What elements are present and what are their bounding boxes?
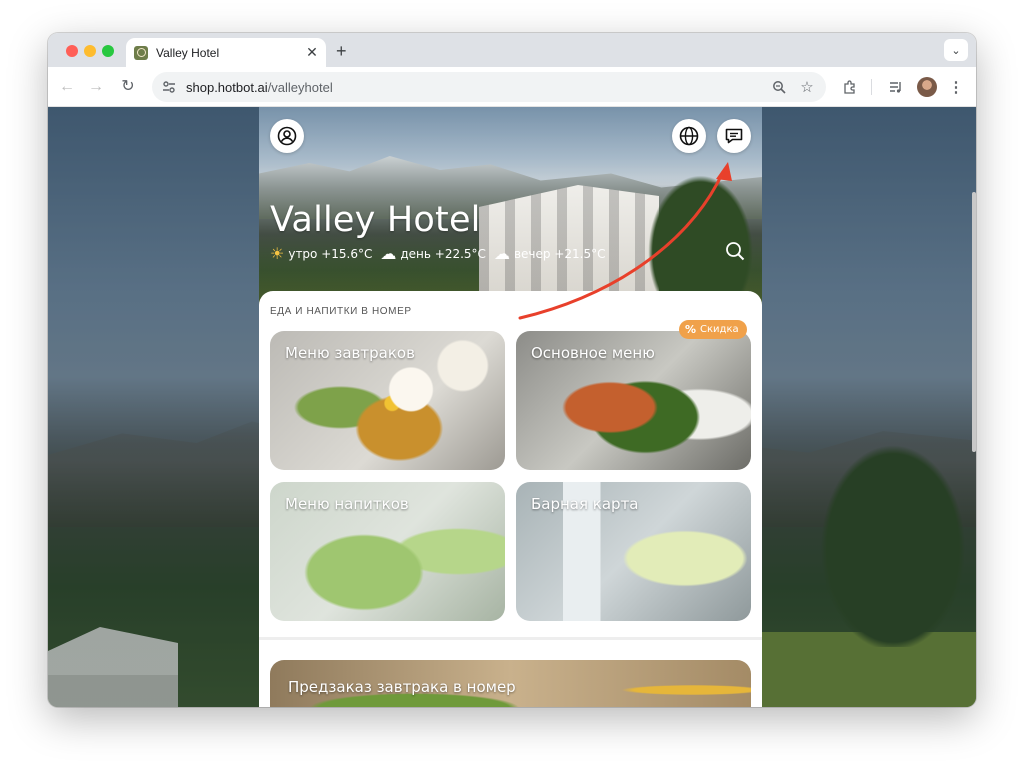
tab-close-button[interactable]: ✕ xyxy=(302,44,322,61)
card-label: Барная карта xyxy=(531,495,639,513)
search-icon[interactable] xyxy=(725,241,745,261)
maximize-window-button[interactable] xyxy=(102,45,114,57)
page-scrollbar[interactable] xyxy=(972,192,976,452)
hero-banner: Valley Hotel ☀ утро +15.6°C ☁ день +22.5°C… xyxy=(259,107,762,312)
discount-badge: % Скидка xyxy=(679,320,747,339)
card-breakfast-menu[interactable]: Меню завтраков xyxy=(270,331,505,470)
card-drinks-menu[interactable]: Меню напитков xyxy=(270,482,505,621)
weather-evening-text: вечер +21.5°C xyxy=(513,246,606,261)
weather-day: ☁ день +22.5°C xyxy=(380,244,486,263)
globe-icon xyxy=(679,126,699,146)
card-bar-menu[interactable]: Барная карта xyxy=(516,482,751,621)
toolbar-separator xyxy=(871,79,872,95)
card-label: Основное меню xyxy=(531,344,655,362)
language-button[interactable] xyxy=(672,119,706,153)
address-bar[interactable]: shop.hotbot.ai/valleyhotel ☆ xyxy=(152,72,826,102)
section-divider xyxy=(259,637,762,640)
tab-strip: Valley Hotel ✕ + ⌄ xyxy=(48,33,976,67)
card-label: Предзаказ завтрака в номер xyxy=(288,678,516,696)
back-button[interactable]: ← xyxy=(57,77,77,97)
extensions-icon[interactable] xyxy=(840,77,860,97)
percent-icon: % xyxy=(685,323,697,336)
discount-badge-label: Скидка xyxy=(700,324,739,335)
hotel-title: Valley Hotel xyxy=(270,200,481,240)
rain-cloud-icon: ☁ xyxy=(493,244,510,263)
browser-window: Valley Hotel ✕ + ⌄ ← → ↻ shop.hotbot.ai/… xyxy=(48,33,976,707)
weather-forecast: ☀ утро +15.6°C ☁ день +22.5°C ☁ вечер +21.5… xyxy=(270,244,613,263)
hero-trees xyxy=(639,162,762,312)
card-breakfast-preorder[interactable]: Предзаказ завтрака в номер xyxy=(270,660,751,707)
weather-morning-text: утро +15.6°C xyxy=(288,246,373,261)
close-window-button[interactable] xyxy=(66,45,78,57)
chat-button[interactable] xyxy=(717,119,751,153)
weather-evening: ☁ вечер +21.5°C xyxy=(494,244,606,263)
zoom-icon[interactable] xyxy=(770,78,788,96)
sun-icon: ☀ xyxy=(270,244,285,263)
weather-day-text: день +22.5°C xyxy=(400,246,486,261)
url-text[interactable]: shop.hotbot.ai/valleyhotel xyxy=(186,80,770,95)
tab-title: Valley Hotel xyxy=(156,45,220,60)
media-control-icon[interactable] xyxy=(886,77,906,97)
weather-morning: ☀ утро +15.6°C xyxy=(270,244,372,263)
hero-hotel-building xyxy=(479,185,659,295)
minimize-window-button[interactable] xyxy=(84,45,96,57)
reload-button[interactable]: ↻ xyxy=(118,77,138,97)
site-settings-icon[interactable] xyxy=(162,80,176,94)
profile-button[interactable] xyxy=(270,119,304,153)
url-path: /valleyhotel xyxy=(267,79,333,95)
rain-cloud-icon: ☁ xyxy=(380,244,397,263)
profile-avatar[interactable] xyxy=(917,77,937,97)
browser-menu-icon[interactable]: ⋮ xyxy=(948,77,964,97)
browser-tab[interactable]: Valley Hotel ✕ xyxy=(126,38,326,67)
chat-icon xyxy=(725,128,743,144)
new-tab-button[interactable]: + xyxy=(336,41,347,62)
card-main-menu[interactable]: Основное меню xyxy=(516,331,751,470)
url-host: shop.hotbot.ai xyxy=(186,79,268,95)
page-viewport: Valley Hotel ☀ утро +15.6°C ☁ день +22.5°C… xyxy=(48,107,976,707)
section-title: ЕДА И НАПИТКИ В НОМЕР xyxy=(270,306,412,317)
tab-search-button[interactable]: ⌄ xyxy=(944,39,968,61)
content-panel: ЕДА И НАПИТКИ В НОМЕР % Скидка Меню завт… xyxy=(259,291,762,707)
browser-toolbar: ← → ↻ shop.hotbot.ai/valleyhotel ☆ ⋮ xyxy=(48,67,976,107)
user-icon xyxy=(277,126,297,146)
card-label: Меню завтраков xyxy=(285,344,415,362)
hotel-app: Valley Hotel ☀ утро +15.6°C ☁ день +22.5°C… xyxy=(259,107,762,707)
forward-button[interactable]: → xyxy=(86,77,106,97)
card-label: Меню напитков xyxy=(285,495,409,513)
bookmark-star-icon[interactable]: ☆ xyxy=(798,78,816,96)
favicon-icon xyxy=(134,45,148,60)
